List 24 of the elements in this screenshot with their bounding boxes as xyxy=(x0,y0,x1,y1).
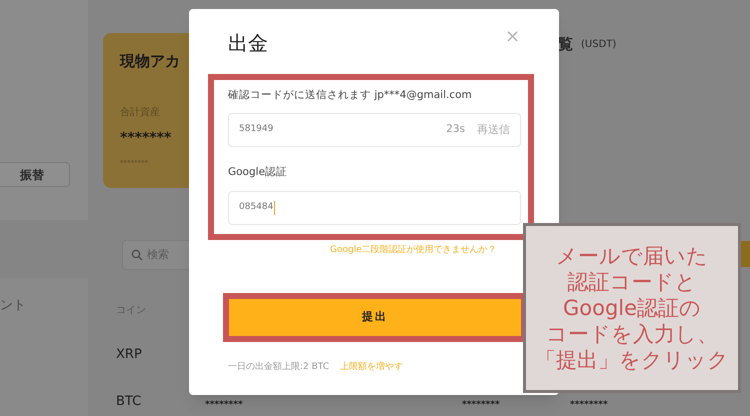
countdown: 23s xyxy=(446,122,465,138)
google-field[interactable]: 085484 xyxy=(228,191,521,225)
google-value: 085484 xyxy=(239,201,276,215)
search-icon xyxy=(131,249,143,261)
masked-value: ******** xyxy=(570,399,608,412)
total-value: ******* xyxy=(120,129,172,148)
coin-name: BTC xyxy=(116,393,142,411)
side-text: ント xyxy=(0,297,26,315)
annotation-text: メールで届いた 認証コードと Google認証の コードを入力し、 「提出」をクリック xyxy=(535,243,729,373)
resend-button[interactable]: 再送信 xyxy=(477,122,510,138)
dialog-title: 出金 xyxy=(228,30,268,57)
code-field[interactable]: 581949 23s 再送信 xyxy=(228,113,521,147)
transfer-button[interactable]: 振替 xyxy=(0,162,70,187)
masked-value: ******** xyxy=(205,399,243,412)
submit-button[interactable]: 提出 xyxy=(229,299,521,336)
card-title: 現物アカ xyxy=(120,51,180,72)
overview-unit: (USDT) xyxy=(581,38,616,52)
code-value: 581949 xyxy=(239,123,274,136)
overview-title: 覧 xyxy=(558,34,573,55)
masked-value: ******** xyxy=(462,399,500,412)
limit-text: 一日の出金額上限:2 BTC xyxy=(228,361,330,374)
coin-name: XRP xyxy=(116,346,142,364)
google-label: Google認証 xyxy=(228,165,288,180)
code-label: 確認コードがに送信されます jp***4@gmail.com xyxy=(228,88,472,103)
